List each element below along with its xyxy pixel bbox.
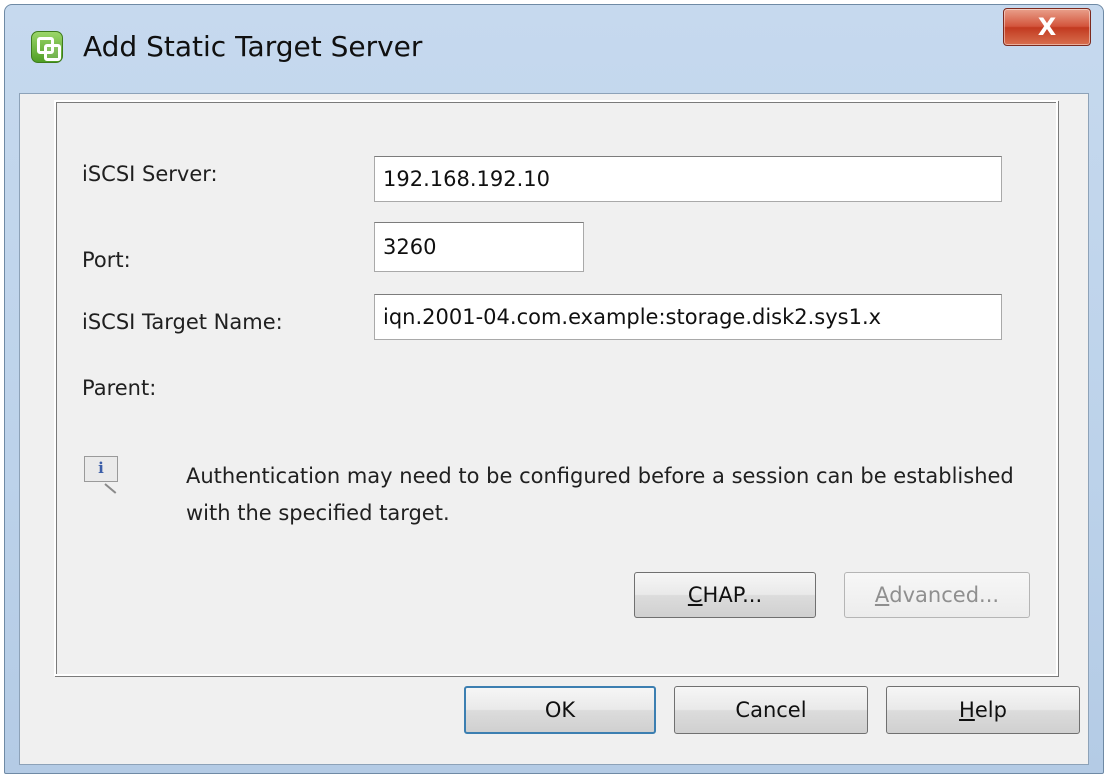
- help-label: elp: [974, 698, 1007, 722]
- help-button[interactable]: Help: [886, 686, 1080, 734]
- iscsi-server-label: iSCSI Server:: [82, 162, 218, 186]
- chap-button[interactable]: C HAP...: [634, 572, 816, 618]
- close-button[interactable]: X: [1003, 8, 1091, 46]
- help-mnemonic: H: [959, 698, 975, 722]
- cancel-button[interactable]: Cancel: [674, 686, 868, 734]
- chap-mnemonic: C: [687, 583, 703, 607]
- close-icon: X: [1037, 13, 1057, 41]
- ok-button[interactable]: OK: [464, 686, 656, 734]
- chap-label: HAP...: [702, 583, 763, 607]
- title-bar[interactable]: Add Static Target Server X: [5, 5, 1103, 93]
- dialog-body: iSCSI Server: Port: iSCSI Target Name: P…: [19, 93, 1089, 765]
- advanced-label: dvanced...: [889, 583, 1000, 607]
- advanced-button[interactable]: Advanced...: [844, 572, 1030, 618]
- dialog-window: Add Static Target Server X iSCSI Server:…: [4, 4, 1104, 774]
- target-settings-group: iSCSI Server: Port: iSCSI Target Name: P…: [54, 100, 1058, 676]
- window-title: Add Static Target Server: [83, 30, 423, 63]
- port-input[interactable]: [374, 222, 584, 272]
- parent-label: Parent:: [82, 376, 157, 400]
- port-label: Port:: [82, 248, 131, 272]
- iscsi-target-name-label: iSCSI Target Name:: [82, 310, 283, 334]
- info-icon: i: [84, 456, 118, 482]
- iscsi-server-input[interactable]: [374, 156, 1002, 202]
- vsphere-client-icon: [31, 31, 63, 63]
- authentication-note: Authentication may need to be configured…: [186, 464, 1014, 525]
- iscsi-target-name-input[interactable]: [374, 294, 1002, 340]
- advanced-mnemonic: A: [874, 583, 890, 607]
